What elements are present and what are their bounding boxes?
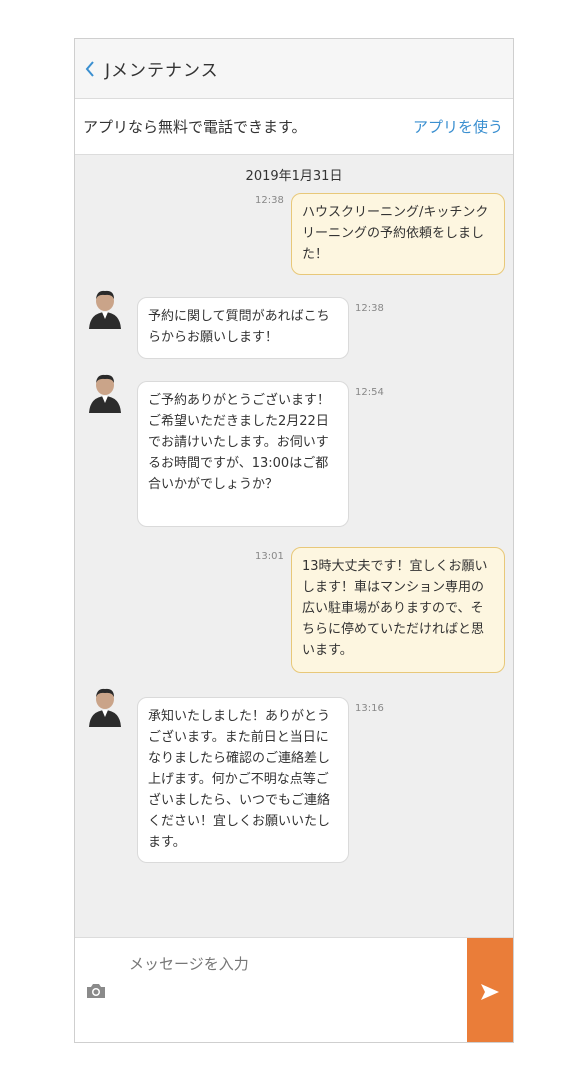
send-button[interactable] (467, 938, 513, 1042)
agent-message-bubble: ご予約ありがとうございます！ご希望いただきました2月22日でお請けいたします。お… (137, 381, 349, 527)
user-message-bubble: ハウスクリーニング/キッチンクリーニングの予約依頼をしました！ (291, 193, 505, 275)
send-icon (481, 983, 499, 1000)
message-time: 12:38 (355, 303, 384, 314)
back-button[interactable] (75, 39, 105, 99)
agent-avatar (89, 290, 121, 329)
message-time: 12:54 (355, 387, 384, 398)
message-list[interactable]: 2019年1月31日 12:38 ハウスクリーニング/キッチンクリーニングの予約… (75, 155, 513, 937)
message-composer (75, 937, 513, 1042)
page-title: Jメンテナンス (105, 61, 219, 81)
message-time: 13:01 (255, 551, 284, 562)
agent-message-bubble: 承知いたしました！ありがとうございます。また前日と当日になりましたら確認のご連絡… (137, 697, 349, 863)
date-divider: 2019年1月31日 (245, 169, 343, 184)
promo-text: アプリなら無料で電話できます。 (83, 118, 307, 136)
use-app-link[interactable]: アプリを使う (413, 116, 503, 137)
message-input[interactable] (127, 948, 451, 980)
message-time: 12:38 (255, 195, 284, 206)
agent-message-bubble: 予約に関して質問があればこちらからお願いします！ (137, 297, 349, 359)
agent-avatar (89, 688, 121, 727)
camera-icon[interactable] (85, 982, 107, 1000)
app-promo-bar: アプリなら無料で電話できます。 アプリを使う (75, 99, 513, 155)
header-bar: Jメンテナンス (75, 39, 513, 99)
chat-screen: Jメンテナンス アプリなら無料で電話できます。 アプリを使う 2019年1月31… (74, 38, 514, 1043)
agent-avatar (89, 374, 121, 413)
message-time: 13:16 (355, 703, 384, 714)
user-message-bubble: 13時大丈夫です！宜しくお願いします！車はマンション専用の広い駐車場がありますの… (291, 547, 505, 673)
chevron-left-icon (85, 60, 94, 77)
